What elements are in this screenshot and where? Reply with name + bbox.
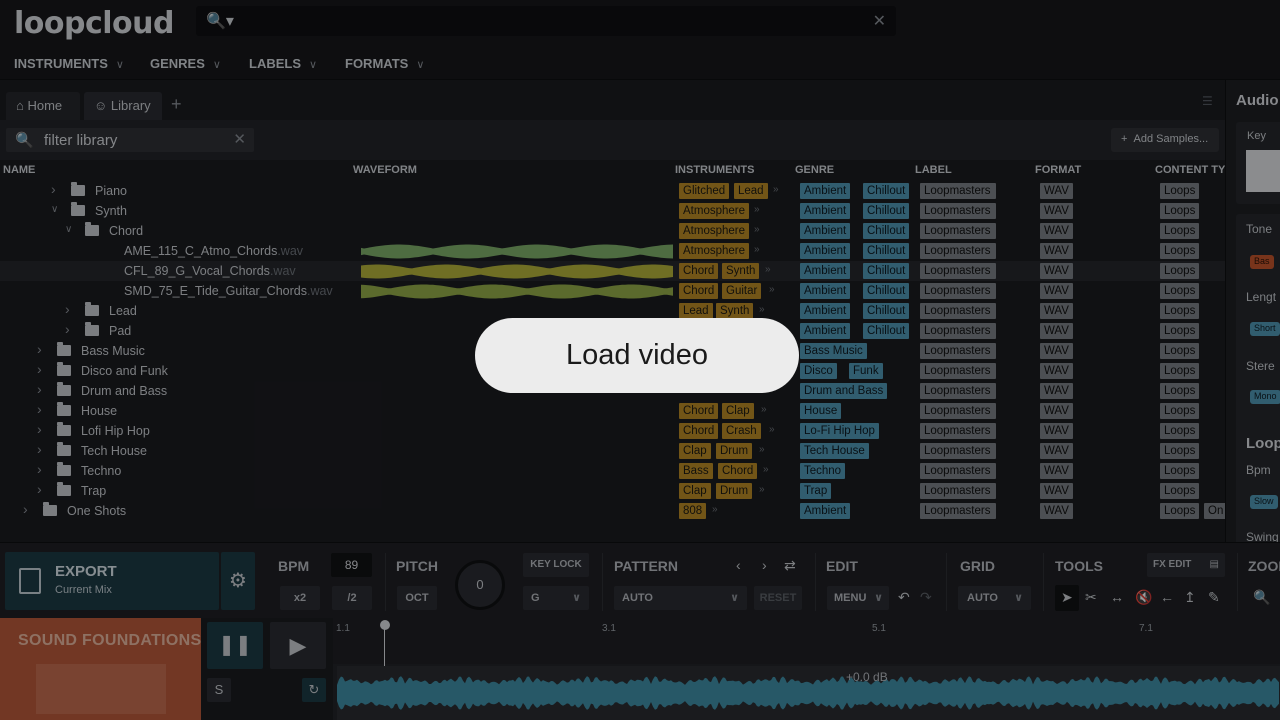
load-video-button[interactable]: Load video [475, 318, 799, 393]
